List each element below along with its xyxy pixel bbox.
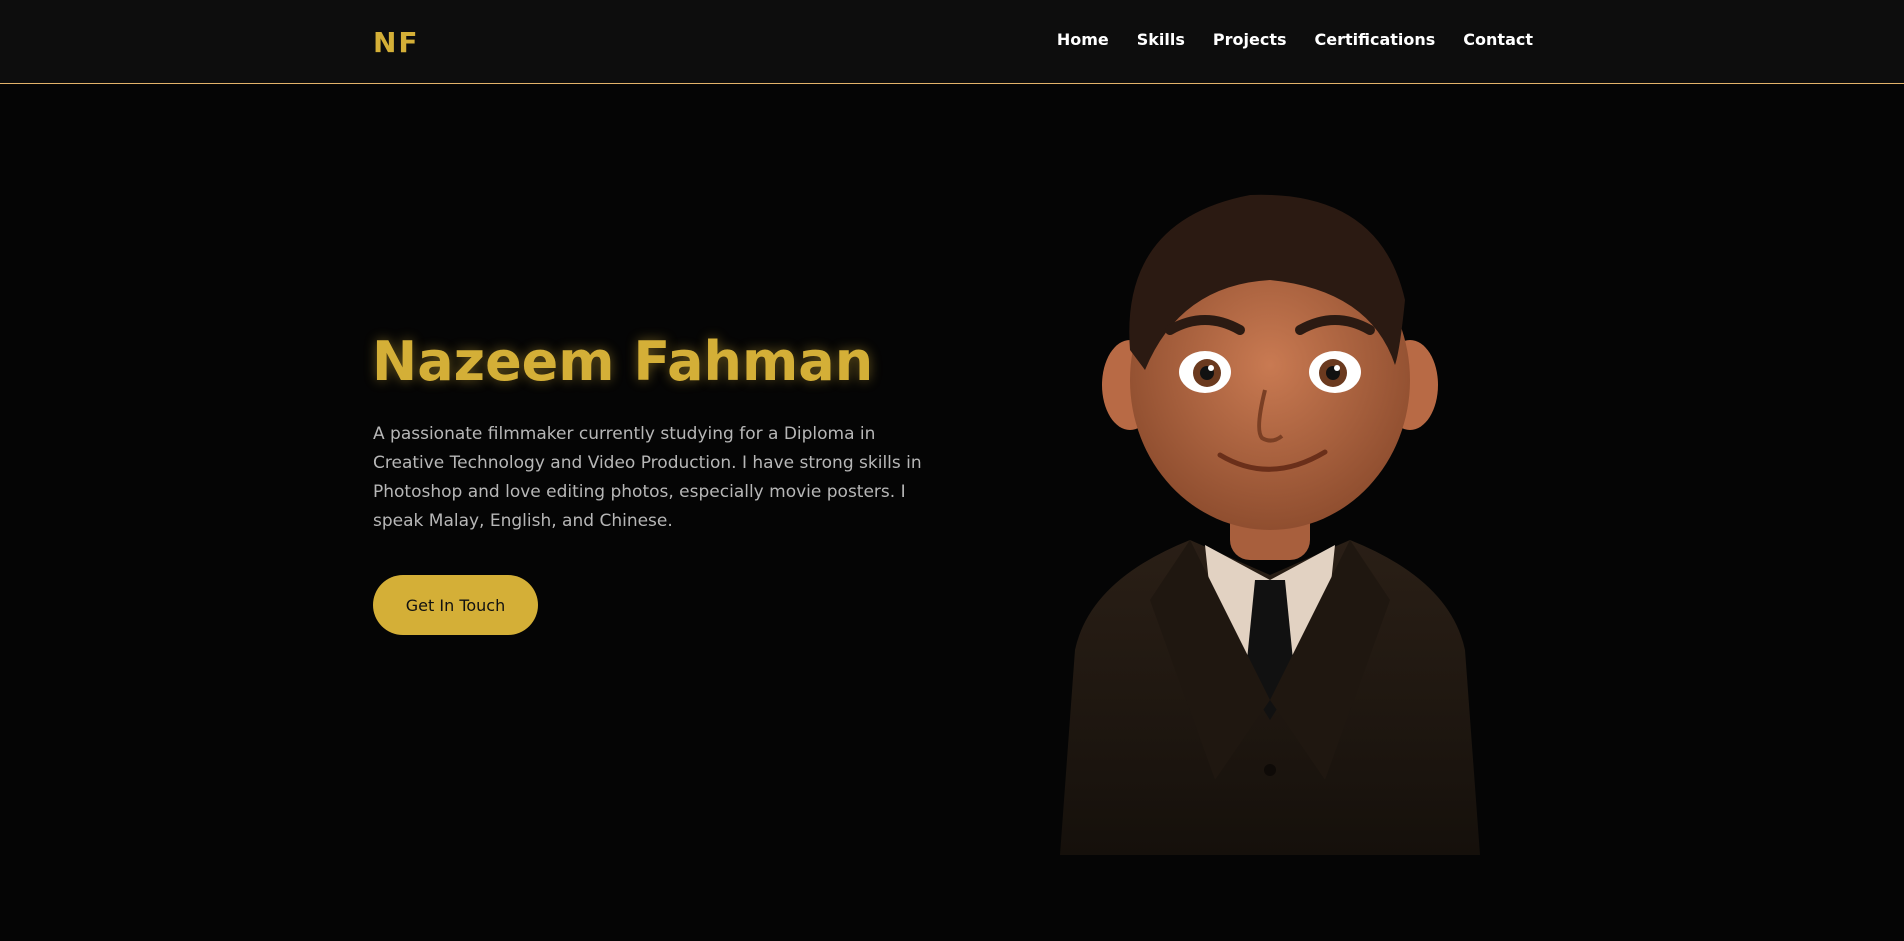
nav-certifications[interactable]: Certifications xyxy=(1315,30,1436,49)
nav-home[interactable]: Home xyxy=(1057,30,1109,49)
logo[interactable]: NF xyxy=(373,26,420,59)
main-nav: Home Skills Projects Certifications Cont… xyxy=(1057,30,1533,49)
navbar: NF Home Skills Projects Certifications C… xyxy=(0,0,1904,84)
nav-contact[interactable]: Contact xyxy=(1463,30,1533,49)
nav-projects[interactable]: Projects xyxy=(1213,30,1287,49)
hero-description: A passionate filmmaker currently studyin… xyxy=(373,424,922,531)
hero-title: Nazeem Fahman xyxy=(372,330,874,393)
nav-skills[interactable]: Skills xyxy=(1137,30,1185,49)
avatar-portrait-icon xyxy=(1060,194,1480,855)
get-in-touch-button[interactable]: Get In Touch xyxy=(373,575,538,635)
